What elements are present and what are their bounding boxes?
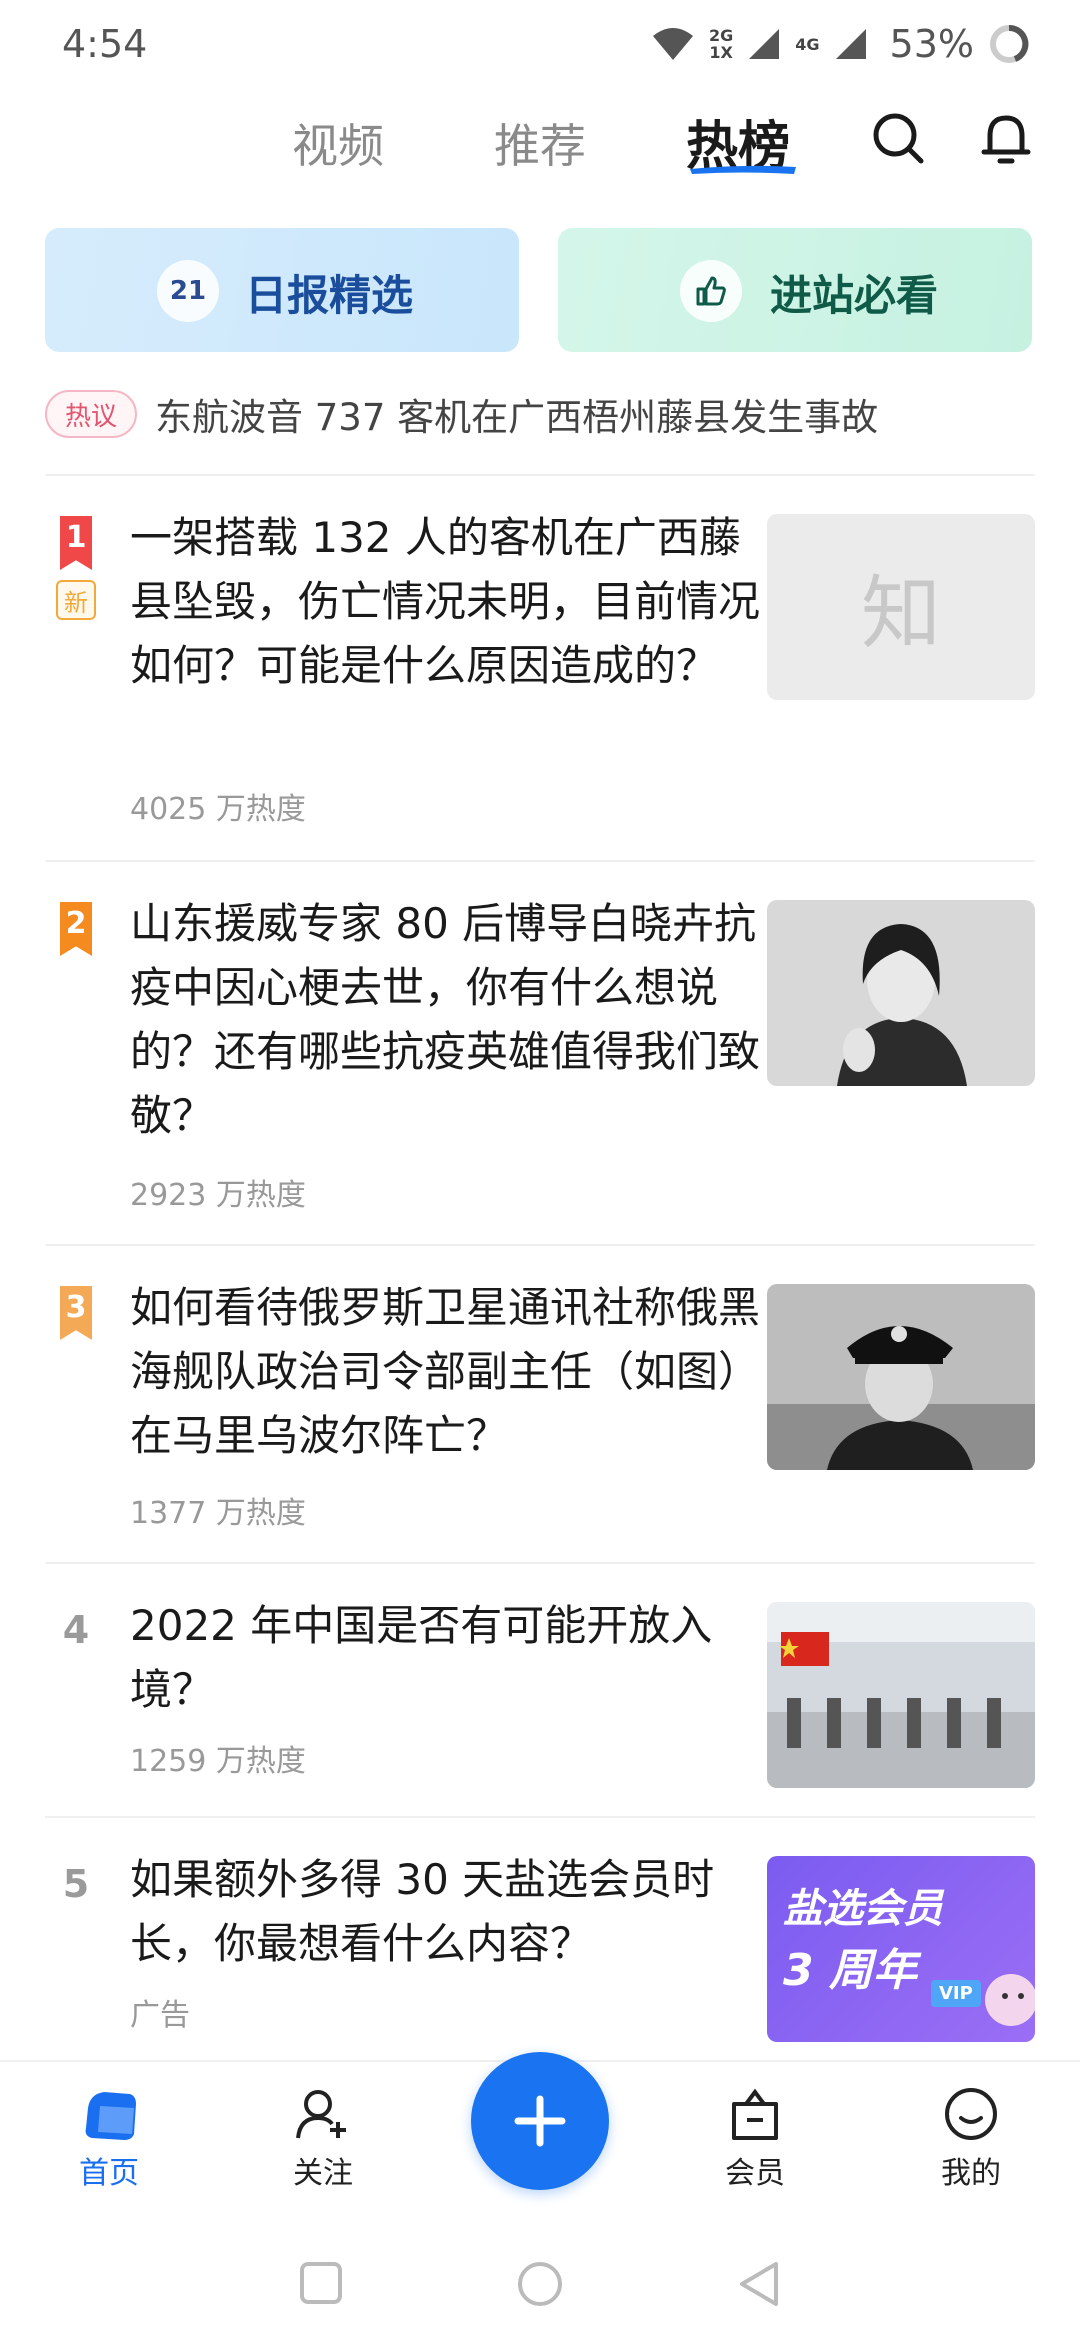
system-nav-bar: [0, 2220, 1080, 2340]
nav-follow[interactable]: 关注: [258, 2086, 388, 2192]
thumbs-up-icon: [680, 260, 742, 322]
item-thumbnail: [767, 1284, 1035, 1470]
rank-badge: 2: [57, 902, 95, 956]
must-see-card[interactable]: 进站必看: [558, 228, 1032, 352]
hot-list-item[interactable]: 3 如何看待俄罗斯卫星通讯社称俄黑海舰队政治司令部副主任（如图）在马里乌波尔阵亡…: [45, 1276, 1035, 1566]
item-thumbnail: 知: [767, 514, 1035, 700]
divider: [45, 860, 1035, 862]
promo-line-1: 盐选会员: [783, 1886, 943, 1932]
item-title: 2022 年中国是否有可能开放入境？: [130, 1601, 713, 1714]
item-heat: 4025 万热度: [130, 792, 306, 827]
discussion-text: 东航波音 737 客机在广西梧州藤县发生事故: [155, 396, 879, 439]
network-4g-label: 4G: [795, 34, 820, 54]
top-nav: 视频 推荐 热榜: [0, 100, 1080, 190]
signal-icon-2: [835, 29, 866, 59]
promo-line-2: 3 周年: [783, 1945, 917, 1996]
rank-badge: 1 新: [56, 516, 96, 620]
status-time: 4:54: [62, 22, 148, 66]
customs-hall-photo: [767, 1602, 1035, 1788]
zhihu-logo-placeholder: 知: [861, 567, 941, 660]
must-see-label: 进站必看: [770, 271, 939, 320]
hot-discussion-banner[interactable]: 热议 东航波音 737 客机在广西梧州藤县发生事故: [45, 384, 1035, 444]
active-tab-underline: [690, 165, 796, 174]
tab-video[interactable]: 视频: [292, 110, 384, 176]
battery-ring-icon: [990, 24, 1029, 63]
vip-tag: VIP: [931, 1980, 981, 2007]
create-post-button[interactable]: [471, 2052, 609, 2190]
new-tag: 新: [56, 580, 96, 620]
item-thumbnail: 盐选会员 3 周年 VIP: [767, 1856, 1035, 2042]
home-circle-icon[interactable]: [516, 2260, 564, 2308]
item-title: 山东援威专家 80 后博导白晓卉抗疫中因心梗去世，你有什么想说的？还有哪些抗疫英…: [130, 899, 761, 1140]
battery-percent: 53%: [889, 22, 974, 66]
membership-bag-icon: [732, 2088, 778, 2140]
divider: [45, 1244, 1035, 1246]
status-bar: 4:54 2G 1X 4G 53%: [0, 0, 1080, 90]
tab-recommend[interactable]: 推荐: [494, 110, 586, 176]
item-heat: 2923 万热度: [130, 1178, 306, 1213]
recents-icon[interactable]: [298, 2260, 344, 2306]
back-icon[interactable]: [736, 2260, 782, 2308]
hot-list-item[interactable]: 1 新 一架搭载 132 人的客机在广西藤县坠毁，伤亡情况未明，目前情况如何？可…: [45, 506, 1035, 862]
daily-badge: 21: [157, 260, 219, 322]
rank-badge: 4: [62, 1608, 90, 1652]
portrait-photo: [767, 900, 1035, 1086]
item-thumbnail: [767, 1602, 1035, 1788]
discussion-tag: 热议: [45, 390, 137, 438]
divider: [45, 1562, 1035, 1564]
daily-picks-label: 日报精选: [245, 271, 414, 320]
plus-icon: [514, 2095, 566, 2147]
divider: [45, 474, 1035, 476]
item-title: 如果额外多得 30 天盐选会员时长，你最想看什么内容？: [130, 1855, 715, 1968]
bell-icon[interactable]: [976, 108, 1036, 168]
profile-face-icon: [945, 2088, 997, 2140]
nav-membership[interactable]: 会员: [690, 2086, 820, 2192]
follow-icon: [296, 2090, 346, 2139]
officer-photo: [767, 1284, 1035, 1470]
hot-list-item[interactable]: 5 如果额外多得 30 天盐选会员时长，你最想看什么内容？ 广告 盐选会员 3 …: [45, 1848, 1035, 2048]
item-title: 一架搭载 132 人的客机在广西藤县坠毁，伤亡情况未明，目前情况如何？可能是什么…: [130, 513, 761, 690]
home-icon: [85, 2092, 136, 2140]
item-heat: 1377 万热度: [130, 1496, 306, 1531]
ad-label: 广告: [130, 1998, 190, 2033]
wifi-icon: [653, 28, 693, 60]
mascot-icon: [985, 1974, 1035, 2026]
rank-badge: 3: [57, 1286, 95, 1340]
divider: [45, 1816, 1035, 1818]
item-heat: 1259 万热度: [130, 1744, 306, 1779]
status-icons: 2G 1X 4G 53%: [651, 18, 1030, 70]
signal-icon: [749, 29, 780, 59]
search-icon[interactable]: [868, 108, 928, 168]
network-type-label: 2G 1X: [709, 26, 734, 62]
item-title: 如何看待俄罗斯卫星通讯社称俄黑海舰队政治司令部副主任（如图）在马里乌波尔阵亡？: [130, 1283, 761, 1460]
hot-list-item[interactable]: 4 2022 年中国是否有可能开放入境？ 1259 万热度: [45, 1594, 1035, 1824]
nav-home[interactable]: 首页: [44, 2086, 174, 2192]
nav-me[interactable]: 我的: [906, 2086, 1036, 2192]
hot-list-item[interactable]: 2 山东援威专家 80 后博导白晓卉抗疫中因心梗去世，你有什么想说的？还有哪些抗…: [45, 892, 1035, 1242]
rank-badge: 5: [62, 1862, 90, 1906]
item-thumbnail: [767, 900, 1035, 1086]
daily-picks-card[interactable]: 21 日报精选: [45, 228, 519, 352]
